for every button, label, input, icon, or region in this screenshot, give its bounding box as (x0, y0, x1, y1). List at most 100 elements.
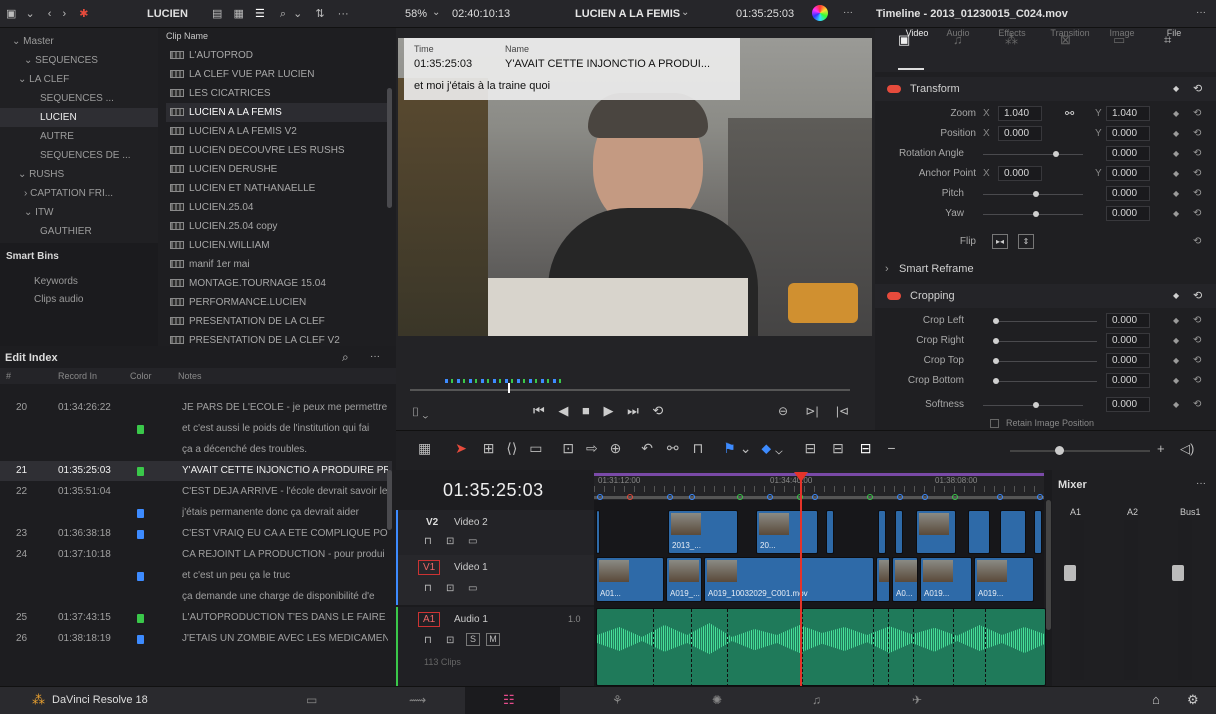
grid-view-icon[interactable]: ▦ (233, 7, 243, 20)
edit-index-row[interactable]: 20 01:34:26:22 JE PARS DE L'ECOLE - je peu… (0, 398, 392, 418)
track-name-v2[interactable]: Video 2 (454, 517, 488, 528)
clip-item[interactable]: LES CICATRICES (166, 84, 388, 103)
fader-knob[interactable] (1172, 565, 1184, 581)
mark-out-icon[interactable]: |⊲ (836, 404, 849, 418)
home-icon[interactable]: ⌂ (1152, 692, 1160, 707)
forward-icon[interactable]: › (62, 8, 66, 20)
search-icon[interactable]: ⌕ (280, 8, 286, 21)
chevron-right-icon[interactable]: › (885, 257, 889, 281)
edit-index-row[interactable]: 21 01:35:25:03 Y'AVAIT CETTE INJONCTIO A P… (0, 461, 392, 481)
col-number[interactable]: # (6, 368, 11, 384)
edit-index-row[interactable]: j'étais permanente donc ça devrait aider (0, 503, 392, 523)
audio-edit-point[interactable] (953, 609, 954, 685)
auto-select-icon[interactable]: ⊡ (446, 536, 454, 547)
param-y-value[interactable]: 0.000 (1106, 126, 1150, 141)
audio-edit-point[interactable] (802, 609, 803, 685)
play-reverse-icon[interactable]: ◀ (558, 403, 568, 418)
list-view-icon[interactable]: ☰ (255, 7, 265, 20)
dynamic-trim-icon[interactable]: ⟨⟩ (506, 440, 517, 456)
flag-icon[interactable]: ⚑ (723, 440, 736, 456)
chevron-down-icon[interactable]: ⌄ (432, 7, 440, 18)
zoom-slider[interactable] (1010, 450, 1150, 452)
v2-clip[interactable] (895, 510, 903, 554)
clip-item[interactable]: manif 1er mai (166, 255, 388, 274)
keyframe-diamond-icon[interactable]: ◆ (1173, 395, 1179, 415)
skip-back-icon[interactable]: ⏮ (533, 403, 545, 418)
zoom-slider-knob[interactable] (1055, 446, 1064, 455)
back-icon[interactable]: ‹ (48, 8, 52, 20)
marker-icon[interactable]: ⬥ (761, 440, 771, 456)
keyframe-diamond-icon[interactable]: ◆ (1173, 77, 1179, 101)
chevron-down-icon[interactable]: ⌄ (740, 440, 752, 456)
keyframe-diamond-icon[interactable]: ◆ (1173, 164, 1179, 184)
playhead[interactable] (800, 472, 802, 686)
param-value[interactable]: 0.000 (1106, 146, 1150, 161)
edit-index-row[interactable]: et c'est un peu ça le truc (0, 566, 392, 586)
param-slider[interactable] (983, 154, 1083, 155)
fader-knob[interactable] (1064, 565, 1076, 581)
clip-item[interactable]: LUCIEN ET NATHANAELLE (166, 179, 388, 198)
param-slider[interactable] (997, 321, 1097, 322)
audio-edit-point[interactable] (888, 609, 889, 685)
slider-knob[interactable] (993, 358, 999, 364)
edit-index-row[interactable]: 24 01:37:10:18 CA REJOINT LA PRODUCTION - … (0, 545, 392, 565)
thumbnail-view-icon[interactable]: ▤ (212, 7, 222, 20)
track-name-a1[interactable]: Audio 1 (454, 614, 488, 625)
auto-select-icon[interactable]: ⊡ (446, 635, 454, 646)
bin-item[interactable]: ⌄ SEQUENCES (0, 51, 158, 70)
track-name-v1[interactable]: Video 1 (454, 562, 488, 573)
tab-transition[interactable]: Transition (1046, 28, 1094, 38)
panel-layout-icon[interactable]: ▣ (6, 7, 16, 20)
transform-toggle[interactable] (887, 85, 901, 93)
clip-item[interactable]: PERFORMANCE.LUCIEN (166, 293, 388, 312)
reset-icon[interactable]: ⟲ (1193, 104, 1201, 124)
reset-icon[interactable]: ⟲ (1193, 331, 1201, 351)
slider-knob[interactable] (993, 318, 999, 324)
track-header-v2[interactable]: V2 Video 2 ⊓ ⊡ ▭ (396, 510, 594, 555)
param-x-value[interactable]: 0.000 (998, 126, 1042, 141)
track-header-v1[interactable]: V1 Video 1 ⊓ ⊡ ▭ (396, 555, 594, 605)
slider-knob[interactable] (993, 338, 999, 344)
track-label-v1[interactable]: V1 (418, 560, 441, 575)
playhead-marker[interactable] (508, 383, 510, 393)
track-enable-icon[interactable]: ▭ (468, 536, 477, 547)
keyframe-diamond-icon[interactable]: ◆ (1173, 284, 1179, 308)
v2-clip[interactable] (1000, 510, 1026, 554)
param-x-value[interactable]: 1.040 (998, 106, 1042, 121)
solo-button[interactable]: S (466, 633, 480, 646)
v2-clip[interactable] (878, 510, 886, 554)
lock-icon[interactable]: ⊓ (424, 583, 432, 594)
v2-clip[interactable] (596, 510, 600, 554)
chevron-down-icon[interactable]: ⌄ (25, 7, 34, 20)
col-notes[interactable]: Notes (178, 368, 202, 384)
playhead-head[interactable] (794, 472, 808, 482)
clip-item[interactable]: LUCIEN.25.04 copy (166, 217, 388, 236)
v1-clip[interactable]: A019... (974, 557, 1034, 602)
selection-tool-icon[interactable]: ➤ (455, 440, 467, 456)
bin-item[interactable]: SEQUENCES ... (0, 89, 158, 108)
settings-gear-icon[interactable]: ⚙ (1187, 692, 1199, 708)
bin-item[interactable]: ⌄ Master (0, 32, 158, 51)
tab-file[interactable]: File (1150, 28, 1198, 38)
zoom-in-icon[interactable]: + (1157, 441, 1165, 456)
param-value[interactable]: 0.000 (1106, 206, 1150, 221)
reset-icon[interactable]: ⟲ (1193, 77, 1202, 101)
play-icon[interactable]: ▶ (603, 403, 613, 418)
zoom-out-icon[interactable]: − (887, 440, 895, 456)
v1-clip[interactable]: A019_... (666, 557, 702, 602)
clip-item[interactable]: L'AUTOPROD (166, 46, 388, 65)
audio-edit-point[interactable] (653, 609, 654, 685)
keyframe-diamond-icon[interactable]: ◆ (1173, 351, 1179, 371)
bin-item[interactable]: ⌄ ITW (0, 203, 158, 222)
transform-section[interactable]: Transform ◆ ⟲ (875, 77, 1216, 101)
reset-icon[interactable]: ⟲ (1193, 371, 1201, 391)
keyframe-diamond-icon[interactable]: ◆ (1173, 184, 1179, 204)
bin-item[interactable]: › CAPTATION FRI... (0, 184, 158, 203)
viewer-scrubber[interactable] (410, 389, 850, 391)
slider-knob[interactable] (1053, 151, 1059, 157)
link-icon[interactable]: ⚯ (667, 440, 679, 456)
trim-tool-icon[interactable]: ⊞ (483, 440, 495, 456)
cropping-toggle[interactable] (887, 292, 901, 300)
param-value[interactable]: 0.000 (1106, 313, 1150, 328)
auto-select-icon[interactable]: ⊡ (446, 583, 454, 594)
